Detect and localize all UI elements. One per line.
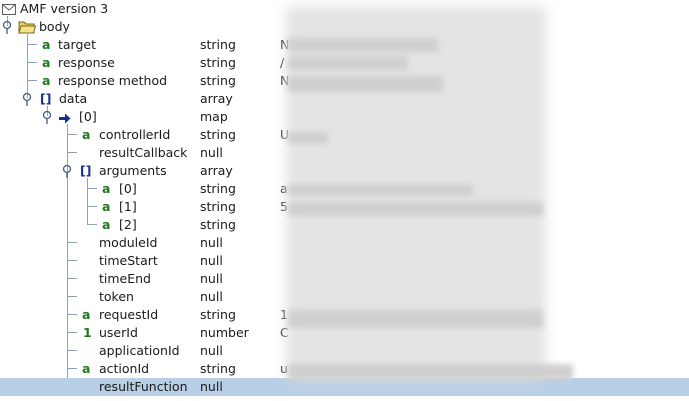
expand-handle-icon[interactable] [1,20,13,34]
tree-node-label: body [39,19,70,34]
arrow-right-icon [58,112,71,127]
array-type-icon: [] [40,91,52,106]
redacted-value [288,132,328,144]
tree-root-label: AMF version 3 [20,1,109,16]
tree-node-type: null [200,379,223,394]
tree-node-key: token [99,289,134,304]
tree-node-key: applicationId [99,343,180,358]
string-type-icon: a [42,37,51,52]
expand-handle-icon[interactable] [41,110,53,124]
tree-node-type: string [200,361,236,376]
amf-tree-view[interactable]: AMF version 3 body a target string N a r… [0,0,689,401]
tree-node-key: resultFunction [99,379,188,394]
string-type-icon: a [102,181,111,196]
tree-node-key: target [58,37,97,52]
tree-node-type: string [200,181,236,196]
expand-handle-icon[interactable] [61,164,73,178]
tree-node-type: string [200,73,236,88]
tree-node-key: data [59,91,88,106]
redacted-value [288,310,543,328]
tree-node-key: arguments [99,163,167,178]
redacted-value [288,38,438,52]
tree-node-type: array [200,91,233,106]
tree-node-key: moduleId [99,235,158,250]
tree-node-key: response [58,55,115,70]
number-type-icon: 1 [83,325,92,340]
string-type-icon: a [42,55,51,70]
tree-node-type: null [200,289,223,304]
string-type-icon: a [82,307,91,322]
tree-node-key: timeStart [99,253,158,268]
string-type-icon: a [102,217,111,232]
tree-node-key: [0] [119,181,137,196]
redacted-value [288,56,408,70]
tree-node-key: response method [58,73,168,88]
tree-node-type: null [200,271,223,286]
string-type-icon: a [102,199,111,214]
array-type-icon: [] [80,163,92,178]
tree-node-type: array [200,163,233,178]
tree-node-type: map [200,109,228,124]
tree-node-type: string [200,55,236,70]
expand-handle-icon[interactable] [21,92,33,106]
tree-node-key: userId [99,325,138,340]
string-type-icon: a [42,73,51,88]
tree-node-key: actionId [99,361,150,376]
tree-node-type: null [200,253,223,268]
tree-node-type: null [200,145,223,160]
redacted-value [288,76,443,92]
tree-node-key: requestId [99,307,159,322]
tree-node-key: timeEnd [99,271,151,286]
tree-node-type: null [200,343,223,358]
tree-node-type: number [200,325,249,340]
tree-node-key: resultCallback [99,145,188,160]
tree-node-type: string [200,217,236,232]
tree-node-key: controllerId [99,127,171,142]
tree-node-type: string [200,199,236,214]
redacted-value [288,184,473,196]
tree-node-type: string [200,37,236,52]
tree-node-key: [0] [79,109,97,124]
tree-node-type: null [200,235,223,250]
tree-node-type: string [200,127,236,142]
tree-node-resultfunction[interactable]: resultFunction null [0,378,689,396]
redacted-value [288,364,573,380]
tree-node-type: string [200,307,236,322]
tree-node-key: [2] [119,217,137,232]
string-type-icon: a [82,127,91,142]
folder-open-icon [18,20,37,37]
string-type-icon: a [82,361,91,376]
redacted-value [288,202,543,216]
envelope-icon [2,3,16,18]
tree-node-key: [1] [119,199,137,214]
